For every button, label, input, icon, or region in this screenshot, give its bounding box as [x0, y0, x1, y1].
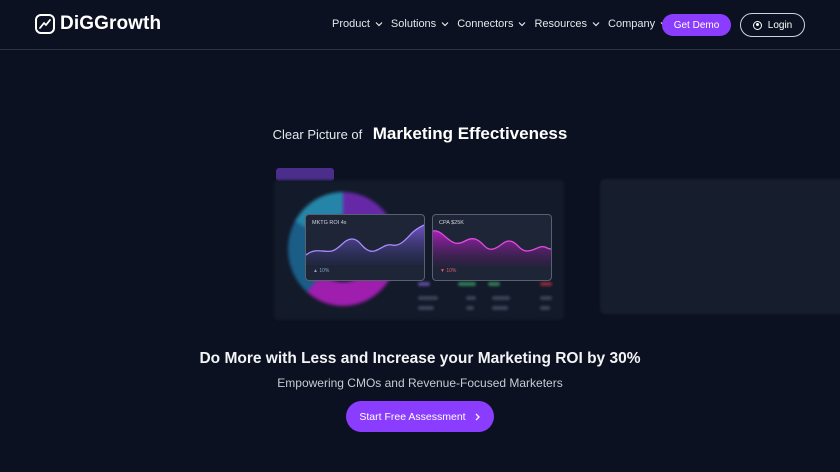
menu-item-label: Solutions	[390, 18, 437, 30]
chevron-down-icon	[592, 22, 600, 27]
menu-item-product[interactable]: Product	[332, 18, 383, 30]
get-demo-button[interactable]: Get Demo	[662, 14, 731, 36]
blurred-table	[418, 282, 558, 312]
start-assessment-button[interactable]: Start Free Assessment	[346, 401, 494, 432]
login-button[interactable]: Login	[740, 13, 805, 37]
card-title: CPA $25K	[439, 220, 464, 226]
chevron-down-icon	[441, 22, 449, 27]
menu-item-resources[interactable]: Resources	[534, 18, 600, 30]
hero-tagline: Do More with Less and Increase your Mark…	[199, 350, 641, 367]
cpa-card: CPA $25K ▼ 10%	[432, 214, 552, 281]
blurred-side-card	[600, 179, 840, 314]
hero-pre-title: Clear Picture of	[272, 127, 363, 142]
dashboard-preview: MKTG ROI 4x ▲ 10% CPA $25K ▼ 10%	[274, 168, 566, 322]
menu-item-label: Resources	[534, 18, 588, 30]
top-nav: DiGGrowth Product Solutions Connectors R…	[0, 0, 840, 50]
brand-name: DiGGrowth	[60, 13, 162, 34]
menu-item-label: Connectors	[457, 18, 514, 30]
cta-label: Start Free Assessment	[359, 410, 466, 423]
card-title: MKTG ROI 4x	[312, 220, 347, 226]
chevron-down-icon	[375, 22, 383, 27]
user-icon	[752, 20, 762, 30]
brand-logo[interactable]: DiGGrowth	[35, 13, 161, 35]
chevron-right-icon	[475, 413, 480, 420]
hero-subtitle: Empowering CMOs and Revenue-Focused Mark…	[277, 376, 563, 390]
roi-card: MKTG ROI 4x ▲ 10%	[305, 214, 425, 281]
hero-title: Marketing Effectiveness	[372, 124, 568, 143]
menu-item-connectors[interactable]: Connectors	[457, 18, 526, 30]
hero-headline: Clear Picture of Marketing Effectiveness	[0, 124, 840, 144]
menu-item-solutions[interactable]: Solutions	[391, 18, 449, 30]
chevron-down-icon	[519, 22, 526, 27]
menu-item-company[interactable]: Company	[608, 18, 668, 30]
trend-up-icon	[35, 14, 55, 34]
card-change: ▼ 10%	[440, 268, 457, 274]
main-menu: Product Solutions Connectors Resources C…	[332, 18, 676, 30]
menu-item-label: Product	[332, 18, 370, 30]
card-change: ▲ 10%	[313, 268, 330, 274]
menu-item-label: Company	[608, 18, 656, 30]
login-label: Login	[767, 19, 793, 31]
